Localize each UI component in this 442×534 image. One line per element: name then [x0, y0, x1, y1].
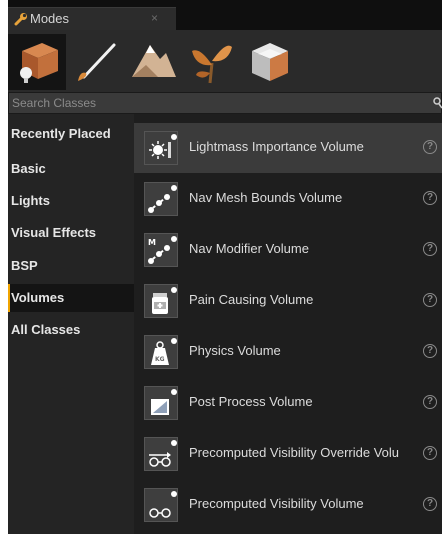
item-label: Post Process Volume — [189, 394, 313, 409]
category-bsp[interactable]: BSP — [8, 252, 134, 280]
item-label: Pain Causing Volume — [189, 292, 314, 307]
category-all-classes[interactable]: All Classes — [8, 316, 134, 344]
nav-mesh-bounds-icon — [144, 182, 178, 216]
item-label: Lightmass Importance Volume — [189, 139, 364, 154]
help-icon[interactable]: ? — [423, 344, 437, 358]
list-item-pain-causing-volume[interactable]: Pain Causing Volume ? — [134, 276, 442, 326]
geometry-mode-button[interactable] — [240, 34, 298, 90]
search-icon[interactable] — [433, 97, 442, 109]
nav-modifier-icon: M — [144, 233, 178, 267]
tab-title: Modes — [30, 11, 70, 26]
physics-volume-icon: KG — [144, 335, 178, 369]
paint-mode-button[interactable] — [66, 34, 124, 90]
list-item-nav-modifier-volume[interactable]: M Nav Modifier Volume ? — [134, 225, 442, 275]
class-list: Lightmass Importance Volume ? Nav Mesh B… — [134, 114, 442, 534]
landscape-mode-button[interactable] — [124, 34, 182, 90]
category-visual-effects[interactable]: Visual Effects — [8, 219, 134, 247]
category-lights[interactable]: Lights — [8, 187, 134, 215]
item-label: Precomputed Visibility Volume — [189, 496, 364, 511]
place-mode-icon — [20, 43, 58, 83]
tab-modes[interactable]: Modes × — [8, 7, 176, 30]
help-icon[interactable]: ? — [423, 140, 437, 154]
category-volumes[interactable]: Volumes — [8, 284, 134, 312]
list-item-nav-mesh-bounds-volume[interactable]: Nav Mesh Bounds Volume ? — [134, 174, 442, 224]
help-icon[interactable]: ? — [423, 191, 437, 205]
place-mode-button[interactable] — [8, 34, 66, 90]
item-label: Precomputed Visibility Override Volu — [189, 445, 400, 460]
category-recently-placed[interactable]: Recently Placed — [8, 120, 134, 148]
mode-toolbar — [8, 30, 442, 92]
list-item-precomputed-visibility-volume[interactable]: Precomputed Visibility Volume ? — [134, 480, 442, 530]
modes-panel: Modes × Search Classes Recently Placed B… — [8, 0, 442, 534]
foliage-mode-button[interactable] — [182, 34, 240, 90]
item-label: Nav Mesh Bounds Volume — [189, 190, 343, 205]
precomputed-visibility-icon — [144, 488, 178, 522]
svg-text:M: M — [148, 238, 156, 247]
list-item-lightmass-importance-volume[interactable]: Lightmass Importance Volume ? — [134, 123, 442, 173]
mountain-icon — [132, 45, 176, 77]
tab-bar: Modes × — [8, 0, 442, 30]
search-input[interactable] — [12, 95, 422, 111]
help-icon[interactable]: ? — [423, 242, 437, 256]
close-icon[interactable]: × — [151, 11, 158, 25]
item-label: Physics Volume — [189, 343, 281, 358]
precomputed-visibility-override-icon — [144, 437, 178, 471]
list-item-post-process-volume[interactable]: Post Process Volume ? — [134, 378, 442, 428]
category-list: Recently Placed Basic Lights Visual Effe… — [8, 114, 134, 534]
geometry-cube-icon — [252, 43, 288, 81]
help-icon[interactable]: ? — [423, 395, 437, 409]
pain-causing-icon — [144, 284, 178, 318]
paintbrush-icon — [78, 43, 116, 81]
wrench-icon — [14, 13, 27, 26]
list-item-precomputed-visibility-override-volume[interactable]: Precomputed Visibility Override Volu ? — [134, 429, 442, 479]
search-bar — [8, 92, 442, 114]
list-item-physics-volume[interactable]: KG Physics Volume ? — [134, 327, 442, 377]
svg-text:KG: KG — [155, 356, 165, 363]
help-icon[interactable]: ? — [423, 497, 437, 511]
post-process-icon — [144, 386, 178, 420]
item-label: Nav Modifier Volume — [189, 241, 309, 256]
lightmass-volume-icon — [144, 131, 178, 165]
help-icon[interactable]: ? — [423, 446, 437, 460]
help-icon[interactable]: ? — [423, 293, 437, 307]
category-basic[interactable]: Basic — [8, 155, 134, 183]
foliage-icon — [192, 45, 232, 84]
